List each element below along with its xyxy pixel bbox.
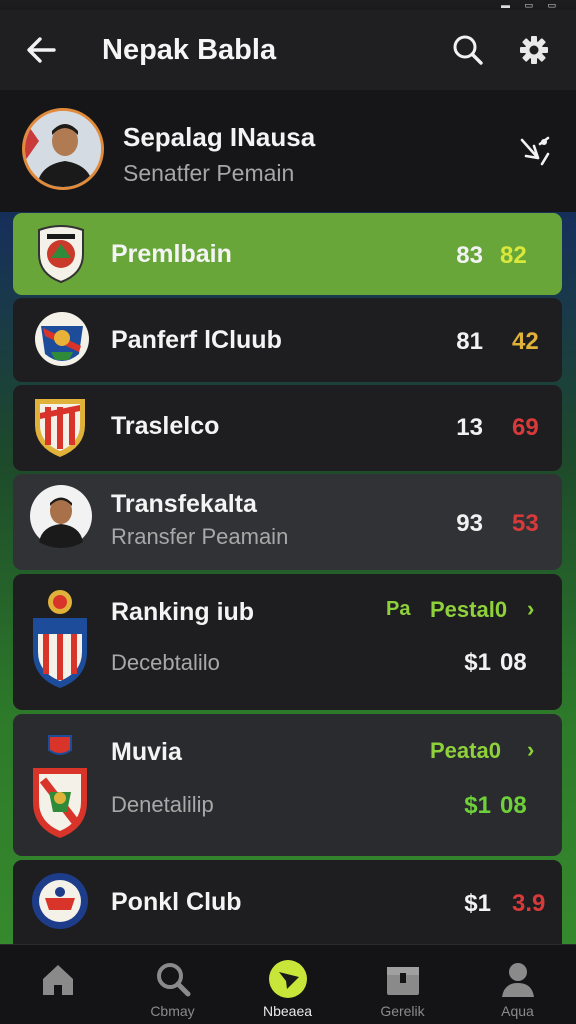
list-item-name: Panferf lCluub bbox=[111, 326, 282, 354]
list-item[interactable]: Panferf lCluub 81 42 bbox=[13, 298, 562, 382]
gear-icon[interactable] bbox=[514, 30, 554, 70]
list-item-score: 53 bbox=[512, 510, 539, 537]
club-crest-icon bbox=[29, 588, 91, 695]
app-bar: Nepak Babla bbox=[0, 10, 576, 90]
list-item[interactable]: Traslelco 13 69 bbox=[13, 385, 562, 471]
nav-label: Gerelik bbox=[380, 1003, 425, 1019]
nav-store[interactable]: Gerelik bbox=[345, 945, 460, 1024]
list-item-score: 08 bbox=[500, 649, 527, 676]
nav-label: Aqua bbox=[501, 1003, 534, 1019]
list-item-score: 42 bbox=[512, 328, 539, 355]
list-item-name: Premlbain bbox=[111, 240, 232, 268]
nav-profile[interactable]: Aqua bbox=[460, 945, 575, 1024]
page-title: Nepak Babla bbox=[102, 34, 277, 66]
list-item-name: Transfekalta bbox=[111, 490, 257, 518]
list-item-name: Ranking iub bbox=[111, 598, 255, 626]
club-crest-icon bbox=[31, 393, 89, 464]
list-item-score: 08 bbox=[500, 792, 527, 819]
list-item-subtitle: Rransfer Peamain bbox=[111, 524, 289, 549]
status-bar: ▬ ▭ ▭ bbox=[0, 0, 576, 10]
list-item-score: 69 bbox=[512, 414, 539, 441]
list-item-link[interactable]: Pestal0 bbox=[430, 597, 507, 623]
bottom-nav: Cbmay Nbeaea Gerelik Aqua bbox=[0, 944, 576, 1024]
list-item-value: $1 bbox=[464, 649, 491, 676]
back-arrow-icon[interactable] bbox=[24, 32, 64, 68]
list-item-link[interactable]: Peata0 bbox=[430, 738, 501, 764]
club-crest-icon bbox=[33, 308, 91, 375]
club-crest-icon bbox=[31, 872, 89, 935]
list-item[interactable]: Transfekalta Rransfer Peamain 93 53 bbox=[13, 474, 562, 570]
list-item-subtitle: Denetalilip bbox=[111, 792, 214, 817]
avatar bbox=[29, 484, 93, 553]
club-crest-icon bbox=[33, 224, 89, 289]
profile-name: Sepalag INausa bbox=[123, 122, 316, 152]
list-item-score: 3.9 bbox=[512, 890, 546, 917]
search-icon[interactable] bbox=[448, 30, 488, 70]
list-item-name: Muvia bbox=[111, 738, 182, 766]
list-item-value: 83 bbox=[456, 242, 483, 269]
chevron-right-icon[interactable]: › bbox=[527, 737, 534, 763]
list-item-link-prefix: Pa bbox=[386, 598, 411, 620]
chevron-right-icon[interactable]: › bbox=[527, 596, 534, 622]
nav-label: Nbeaea bbox=[262, 1003, 313, 1019]
list-item-name: Traslelco bbox=[111, 412, 220, 440]
list-item-value: $1 bbox=[464, 792, 491, 819]
club-crest-icon bbox=[29, 732, 91, 845]
list-item-name: Ponkl Club bbox=[111, 888, 242, 916]
list-item[interactable]: Premlbain 83 82 bbox=[13, 213, 562, 295]
nav-transfers[interactable]: Nbeaea bbox=[230, 945, 345, 1024]
list-item-subtitle: Decebtalilo bbox=[111, 650, 220, 675]
nav-search[interactable]: Cbmay bbox=[115, 945, 230, 1024]
nav-label: Cbmay bbox=[150, 1003, 195, 1019]
profile-subtitle: Senatfer Pemain bbox=[123, 160, 295, 186]
avatar[interactable] bbox=[22, 108, 104, 190]
profile-header: Sepalag INausa Senatfer Pemain bbox=[0, 90, 576, 212]
list-item-score: 82 bbox=[500, 242, 527, 269]
list-item[interactable]: Ranking iub Decebtalilo Pa Pestal0 › $1 … bbox=[13, 574, 562, 710]
list-item-value: 13 bbox=[456, 414, 483, 441]
list-item-value: 93 bbox=[456, 510, 483, 537]
nav-home[interactable] bbox=[0, 945, 115, 1024]
list-item-value: $1 bbox=[464, 890, 491, 917]
list-item[interactable]: Muvia Denetalilip Peata0 › $1 08 bbox=[13, 714, 562, 856]
list-item[interactable]: Ponkl Club $1 3.9 bbox=[13, 860, 562, 944]
list-item-value: 81 bbox=[456, 328, 483, 355]
transfer-icon[interactable] bbox=[512, 134, 554, 170]
